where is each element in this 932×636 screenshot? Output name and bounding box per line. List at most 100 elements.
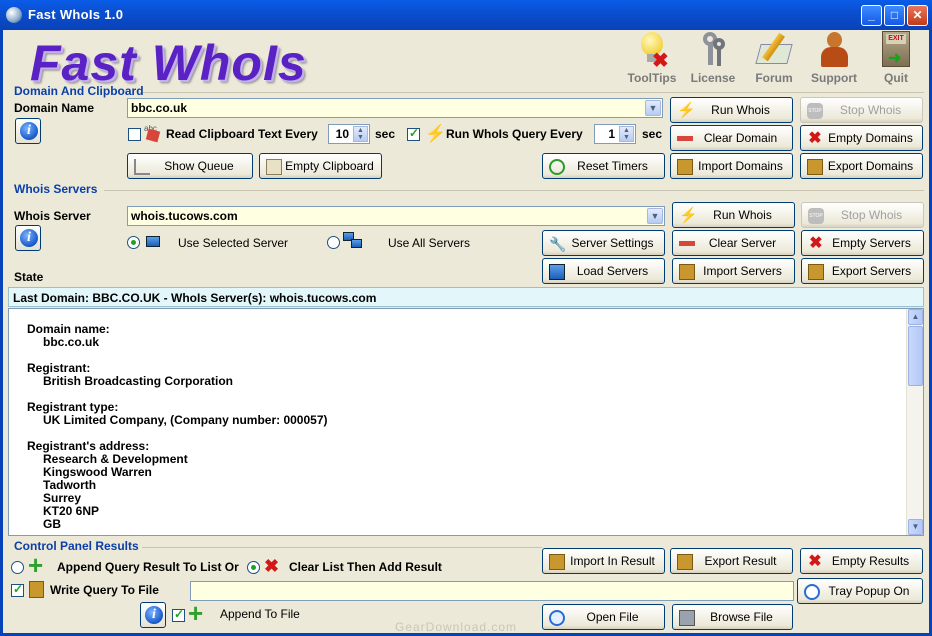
use-all-servers-label: Use All Servers [388, 236, 471, 250]
app-icon [6, 7, 22, 23]
export-servers-button[interactable]: Export Servers [801, 258, 924, 284]
server-settings-button[interactable]: 🔧 Server Settings [542, 230, 665, 256]
network-computers-icon [343, 232, 363, 250]
clear-list-radio[interactable] [247, 561, 260, 574]
run-query-spinner[interactable]: 1 ▲ ▼ [594, 124, 636, 144]
result-section: Registrant's address: Research & Develop… [27, 440, 328, 531]
open-file-icon [549, 610, 565, 626]
forum-button[interactable]: Forum [746, 30, 802, 85]
watermark: GearDownload.com [395, 620, 518, 634]
output-file-path-input[interactable] [190, 581, 794, 601]
scroll-thumb[interactable] [908, 326, 923, 386]
spin-arrows-icon[interactable]: ▲ ▼ [353, 126, 368, 142]
whois-result-content: Domain name: bbc.co.uk Registrant: Briti… [27, 323, 328, 535]
write-query-checkbox[interactable] [11, 582, 24, 597]
server-run-whois-button[interactable]: ⚡ Run Whois [672, 202, 795, 228]
lightning-icon: ⚡ [677, 102, 696, 119]
license-button[interactable]: License [685, 30, 741, 85]
clipboard-text-icon: abc [144, 124, 162, 143]
stop-whois-button[interactable]: STOP Stop Whois [800, 97, 923, 123]
server-stop-whois-button[interactable]: STOP Stop Whois [801, 202, 924, 228]
show-queue-button[interactable]: Show Queue [127, 153, 253, 179]
append-to-file-checkbox[interactable] [172, 607, 185, 622]
export-box-icon [807, 159, 823, 175]
append-to-file-label: Append To File [220, 607, 300, 621]
group-divider [104, 190, 924, 191]
plus-icon [28, 550, 48, 581]
lightning-icon: ⚡ [679, 207, 698, 224]
run-query-unit: sec [642, 127, 663, 141]
drive-icon [679, 610, 695, 626]
read-clipboard-unit: sec [375, 127, 396, 141]
close-button[interactable]: ✕ [907, 5, 928, 26]
use-selected-server-radio[interactable] [127, 236, 140, 249]
domain-info-button[interactable] [15, 118, 41, 144]
use-selected-server-label: Use Selected Server [178, 236, 289, 250]
read-clipboard-checkbox[interactable] [128, 128, 141, 141]
clear-server-button[interactable]: Clear Server [672, 230, 795, 256]
exit-icon: EXIT ➜ [878, 30, 914, 68]
minimize-button[interactable]: _ [861, 5, 882, 26]
use-all-servers-radio[interactable] [327, 236, 340, 249]
group-divider [140, 92, 924, 93]
run-query-checkbox[interactable] [407, 126, 420, 141]
empty-domains-button[interactable]: ✖ Empty Domains [800, 125, 923, 151]
load-servers-button[interactable]: Load Servers [542, 258, 665, 284]
domain-name-combo[interactable]: bbc.co.uk ▼ [127, 98, 663, 118]
result-line: KT20 6NP [43, 504, 100, 518]
browse-file-button[interactable]: Browse File [672, 604, 793, 630]
control-info-button[interactable] [140, 602, 166, 628]
whois-server-combo[interactable]: whois.tucows.com ▼ [127, 206, 665, 226]
tooltips-label: ToolTips [627, 71, 677, 85]
support-button[interactable]: Support [806, 30, 862, 85]
export-domains-button[interactable]: Export Domains [800, 153, 923, 179]
scroll-down-icon[interactable]: ▼ [908, 519, 923, 535]
import-domains-button[interactable]: Import Domains [670, 153, 793, 179]
domain-name-label: Domain Name [14, 101, 95, 115]
servers-info-button[interactable] [15, 225, 41, 251]
import-box-icon [677, 159, 693, 175]
state-label: State [14, 270, 44, 284]
maximize-button[interactable]: □ [884, 5, 905, 26]
group-divider [142, 547, 542, 548]
keys-icon [695, 30, 731, 68]
empty-results-button[interactable]: ✖ Empty Results [800, 548, 923, 574]
export-box-icon [677, 554, 693, 570]
import-servers-button[interactable]: Import Servers [672, 258, 795, 284]
whois-server-value: whois.tucows.com [131, 209, 238, 223]
clear-domain-button[interactable]: Clear Domain [670, 125, 793, 151]
empty-clipboard-button[interactable]: Empty Clipboard [259, 153, 382, 179]
delete-x-icon: ✖ [809, 235, 823, 252]
run-query-value: 1 [608, 127, 615, 141]
quit-button[interactable]: EXIT ➜ Quit [868, 30, 924, 85]
clipboard-icon [266, 159, 282, 175]
bulb-icon: ✖ [634, 30, 670, 72]
result-section: Registrant type: UK Limited Company, (Co… [27, 401, 328, 427]
support-label: Support [811, 71, 857, 85]
tray-popup-button[interactable]: Tray Popup On [797, 578, 923, 604]
domain-group-title: Domain And Clipboard [14, 84, 144, 98]
export-result-button[interactable]: Export Result [670, 548, 793, 574]
empty-servers-button[interactable]: ✖ Empty Servers [801, 230, 924, 256]
reset-timers-button[interactable]: Reset Timers [542, 153, 665, 179]
window-title: Fast WhoIs 1.0 [28, 7, 124, 22]
result-scrollbar[interactable]: ▲ ▼ [906, 309, 923, 535]
domain-name-value: bbc.co.uk [131, 101, 188, 115]
result-line: GB [43, 517, 61, 531]
run-whois-button[interactable]: ⚡ Run Whois [670, 97, 793, 123]
delete-x-icon: ✖ [808, 130, 822, 147]
open-file-button[interactable]: Open File [542, 604, 665, 630]
scroll-up-icon[interactable]: ▲ [908, 309, 923, 325]
whois-result-area[interactable]: Domain name: bbc.co.uk Registrant: Briti… [8, 308, 924, 536]
support-person-icon [816, 30, 852, 68]
read-clipboard-spinner[interactable]: 10 ▲ ▼ [328, 124, 370, 144]
speech-bubble-icon [804, 584, 820, 600]
result-line: UK Limited Company, (Company number: 000… [43, 413, 328, 427]
import-in-result-button[interactable]: Import In Result [542, 548, 665, 574]
forum-label: Forum [755, 71, 793, 85]
chevron-down-icon[interactable]: ▼ [647, 208, 663, 224]
append-result-radio[interactable] [11, 561, 24, 574]
spin-arrows-icon[interactable]: ▲ ▼ [619, 126, 634, 142]
chevron-down-icon[interactable]: ▼ [645, 100, 661, 116]
tooltips-button[interactable]: ✖ ToolTips [624, 30, 680, 85]
